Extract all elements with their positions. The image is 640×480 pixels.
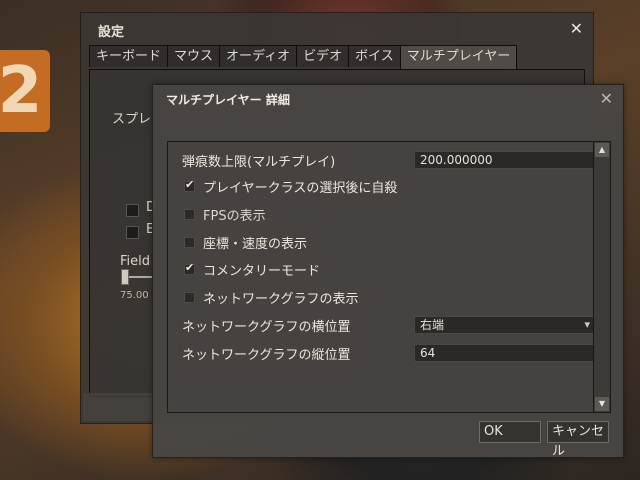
checkbox-row-show-net-graph[interactable]: ネットワークグラフの表示 — [184, 288, 359, 307]
net-graph-x-value: 右端 — [420, 318, 445, 332]
checkbox-row-suicide-on-class-change[interactable]: プレイヤークラスの選択後に自殺 — [184, 177, 398, 196]
scroll-down-arrow-icon[interactable]: ▼ — [595, 397, 609, 411]
field-label: Field — [120, 254, 151, 269]
panel-checkbox-2[interactable] — [126, 226, 139, 239]
decal-limit-label: 弾痕数上限(マルチプレイ) — [182, 155, 336, 170]
checkbox-suicide-on-class-change[interactable] — [184, 178, 195, 192]
checkbox-row-show-position[interactable]: 座標・速度の表示 — [184, 233, 308, 252]
tab-video[interactable]: ビデオ — [296, 45, 350, 67]
checkbox-show-fps[interactable] — [184, 208, 195, 220]
checkbox-show-net-graph[interactable] — [184, 291, 195, 303]
net-graph-x-dropdown[interactable]: 右端 — [414, 316, 596, 334]
panel-checkbox-1[interactable] — [126, 204, 139, 217]
checkbox-show-position[interactable] — [184, 236, 195, 248]
tab-voice[interactable]: ボイス — [348, 45, 401, 67]
label-suicide-on-class-change: プレイヤークラスの選択後に自殺 — [203, 180, 398, 196]
options-list: 弾痕数上限(マルチプレイ) 200.000000 プレイヤークラスの選択後に自殺… — [167, 141, 611, 413]
net-graph-y-label: ネットワークグラフの縦位置 — [182, 348, 351, 363]
decal-limit-input[interactable]: 200.000000 — [414, 151, 596, 169]
checkbox-row-show-fps[interactable]: FPSの表示 — [184, 205, 266, 224]
spray-label: スプレ — [112, 112, 152, 127]
label-show-fps: FPSの表示 — [203, 208, 266, 224]
options-scrollbar[interactable]: ▲ ▼ — [593, 142, 610, 412]
tab-multiplayer[interactable]: マルチプレイヤー — [399, 45, 518, 69]
field-slider-handle[interactable] — [121, 269, 129, 285]
checkbox-row-commentary-mode[interactable]: コメンタリーモード — [184, 260, 321, 279]
label-commentary-mode: コメンタリーモード — [203, 263, 321, 279]
ok-button[interactable]: OK — [479, 421, 541, 443]
settings-tabs: キーボード マウス オーディオ ビデオ ボイス マルチプレイヤー — [89, 45, 518, 69]
tab-keyboard[interactable]: キーボード — [89, 45, 169, 67]
net-graph-y-input[interactable]: 64 — [414, 344, 596, 362]
dialog-title: マルチプレイヤー 詳細 — [166, 93, 290, 107]
label-show-position: 座標・速度の表示 — [203, 236, 308, 252]
background-logo: 2 — [0, 50, 50, 132]
dialog-close-icon[interactable]: ✕ — [600, 89, 613, 108]
settings-bottom-bar — [83, 393, 153, 421]
net-graph-x-label: ネットワークグラフの横位置 — [182, 320, 351, 335]
field-slider-value: 75.00 — [120, 290, 149, 301]
cancel-button[interactable]: キャンセル — [547, 421, 609, 459]
checkbox-commentary-mode[interactable] — [184, 261, 195, 275]
tab-audio[interactable]: オーディオ — [219, 45, 298, 67]
settings-title: 設定 — [98, 25, 125, 40]
label-show-net-graph: ネットワークグラフの表示 — [203, 291, 359, 307]
scroll-up-arrow-icon[interactable]: ▲ — [595, 143, 609, 157]
tab-mouse[interactable]: マウス — [167, 45, 221, 67]
multiplayer-advanced-dialog: マルチプレイヤー 詳細 ✕ 弾痕数上限(マルチプレイ) 200.000000 プ… — [152, 84, 624, 459]
close-icon[interactable]: ✕ — [570, 19, 583, 38]
